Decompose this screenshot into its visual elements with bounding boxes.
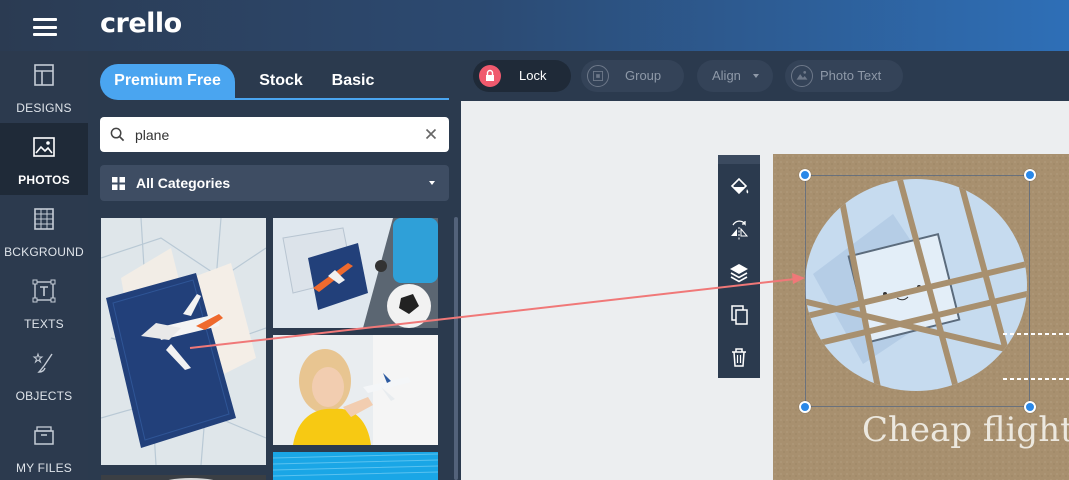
app-window: crello DESIGNS PHOTOS BCKGROUND TEXTS OB…: [0, 0, 1069, 480]
drag-arrow: [189, 273, 805, 349]
